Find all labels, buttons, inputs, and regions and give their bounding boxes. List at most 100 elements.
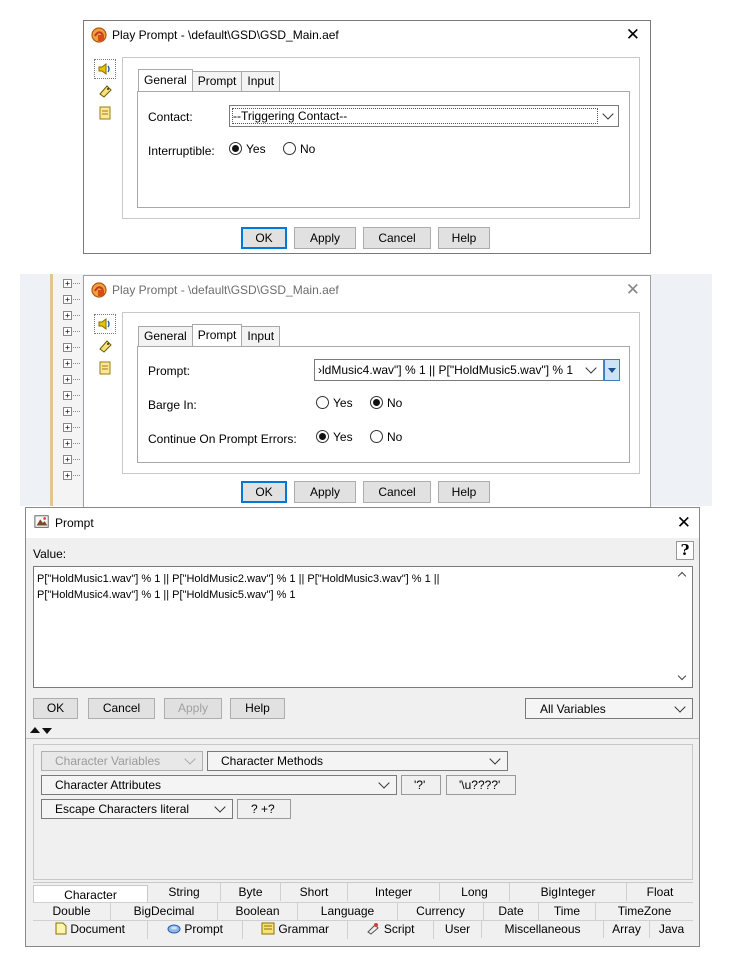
type-tab-script[interactable]: Script: [348, 920, 434, 939]
character-methods-select[interactable]: Character Methods: [207, 751, 508, 771]
type-tab-time[interactable]: Time: [539, 902, 596, 920]
type-tab-long[interactable]: Long: [440, 883, 510, 901]
title-bar[interactable]: Prompt ✕: [26, 508, 699, 538]
ok-button[interactable]: OK: [241, 227, 287, 249]
barge-in-yes-radio[interactable]: Yes: [316, 396, 353, 410]
cancel-button[interactable]: Cancel: [363, 481, 431, 503]
escape-characters-select[interactable]: Escape Characters literal: [41, 799, 233, 819]
notepad-icon[interactable]: [94, 358, 116, 378]
unicode-escape-button[interactable]: '\u????': [446, 775, 516, 795]
collapse-toggle-icon[interactable]: [30, 727, 56, 735]
close-icon[interactable]: ✕: [626, 25, 640, 45]
character-variables-select[interactable]: Character Variables: [41, 751, 203, 771]
type-tab-boolean[interactable]: Boolean: [218, 902, 298, 920]
type-tab-miscellaneous[interactable]: Miscellaneous: [482, 920, 604, 938]
value-textarea[interactable]: P["HoldMusic1.wav"] % 1 || P["HoldMusic2…: [33, 566, 693, 688]
question-char-button[interactable]: '?': [401, 775, 441, 795]
tab-general[interactable]: General: [138, 326, 193, 346]
interruptible-no-radio[interactable]: No: [283, 142, 315, 156]
type-tab-short[interactable]: Short: [281, 883, 348, 901]
tab-input[interactable]: Input: [241, 71, 281, 91]
type-tab-timezone[interactable]: TimeZone: [596, 902, 693, 920]
help-button[interactable]: Help: [230, 698, 285, 719]
speaker-icon[interactable]: [94, 59, 116, 79]
notepad-icon[interactable]: [94, 103, 116, 123]
chevron-down-icon[interactable]: [674, 701, 686, 713]
radio-on-icon[interactable]: [370, 396, 383, 409]
type-tab-grammar[interactable]: Grammar: [243, 920, 348, 939]
variables-select[interactable]: All Variables: [525, 698, 693, 719]
apply-button[interactable]: Apply: [294, 227, 356, 249]
cancel-button[interactable]: Cancel: [88, 698, 155, 719]
tree-expander[interactable]: +: [63, 327, 80, 336]
contact-select[interactable]: --Triggering Contact--: [229, 105, 619, 127]
chevron-down-icon[interactable]: [378, 777, 390, 789]
type-tab-string[interactable]: String: [148, 883, 221, 901]
type-tab-user[interactable]: User: [434, 920, 482, 938]
type-tab-prompt[interactable]: Prompt: [148, 920, 243, 939]
vertical-scrollbar[interactable]: [675, 567, 692, 687]
ok-button[interactable]: OK: [241, 481, 287, 503]
help-button[interactable]: Help: [438, 227, 490, 249]
radio-on-icon[interactable]: [229, 142, 242, 155]
prompt-select[interactable]: ›ldMusic4.wav"] % 1 || P["HoldMusic5.wav…: [314, 359, 604, 381]
type-tab-biginteger[interactable]: BigInteger: [510, 883, 627, 901]
close-icon[interactable]: ✕: [626, 280, 640, 300]
type-tab-float[interactable]: Float: [627, 883, 693, 901]
tag-icon[interactable]: [94, 336, 116, 356]
scroll-up-icon[interactable]: [677, 571, 687, 581]
tree-expander[interactable]: +: [63, 359, 80, 368]
radio-off-icon[interactable]: [370, 430, 383, 443]
title-bar[interactable]: Play Prompt - \default\GSD\GSD_Main.aef …: [84, 276, 650, 304]
tree-expander[interactable]: +: [63, 471, 80, 480]
scroll-down-icon[interactable]: [677, 671, 687, 681]
chevron-down-icon[interactable]: [585, 362, 597, 374]
prompt-expression-button[interactable]: [604, 359, 620, 381]
tree-expander[interactable]: +: [63, 311, 80, 320]
tree-expander[interactable]: +: [63, 343, 80, 352]
radio-on-icon[interactable]: [316, 430, 329, 443]
chevron-down-icon[interactable]: [184, 753, 196, 765]
close-icon[interactable]: ✕: [677, 513, 691, 533]
interruptible-yes-radio[interactable]: Yes: [229, 142, 266, 156]
tab-input[interactable]: Input: [241, 326, 281, 346]
help-button[interactable]: Help: [438, 481, 490, 503]
type-tab-date[interactable]: Date: [484, 902, 539, 920]
tag-icon[interactable]: [94, 81, 116, 101]
type-tab-document[interactable]: Document: [33, 920, 148, 939]
continue-errors-yes-radio[interactable]: Yes: [316, 430, 353, 444]
cancel-button[interactable]: Cancel: [363, 227, 431, 249]
type-tab-double[interactable]: Double: [33, 902, 111, 920]
tree-expander[interactable]: +: [63, 423, 80, 432]
tab-prompt[interactable]: Prompt: [191, 71, 243, 91]
type-tab-integer[interactable]: Integer: [348, 883, 440, 901]
speaker-icon[interactable]: [94, 314, 116, 334]
type-tab-currency[interactable]: Currency: [398, 902, 484, 920]
apply-button[interactable]: Apply: [294, 481, 356, 503]
tree-expander[interactable]: +: [63, 439, 80, 448]
radio-off-icon[interactable]: [316, 396, 329, 409]
type-tab-language[interactable]: Language: [298, 902, 398, 920]
tree-expander[interactable]: +: [63, 407, 80, 416]
tree-expander[interactable]: +: [63, 391, 80, 400]
type-tab-java[interactable]: Java: [650, 920, 693, 938]
continue-errors-no-radio[interactable]: No: [370, 430, 402, 444]
chevron-down-icon[interactable]: [489, 753, 501, 765]
character-attributes-select[interactable]: Character Attributes: [41, 775, 397, 795]
radio-off-icon[interactable]: [283, 142, 296, 155]
tree-expander[interactable]: +: [63, 375, 80, 384]
tab-general[interactable]: General: [138, 69, 193, 91]
apply-button[interactable]: Apply: [164, 698, 222, 719]
ternary-button[interactable]: ? +?: [237, 799, 291, 819]
ok-button[interactable]: OK: [33, 698, 78, 719]
type-tab-character[interactable]: Character: [33, 885, 148, 903]
barge-in-no-radio[interactable]: No: [370, 396, 402, 410]
tree-expander[interactable]: +: [63, 279, 80, 288]
tree-expander[interactable]: +: [63, 295, 80, 304]
type-tab-byte[interactable]: Byte: [221, 883, 281, 901]
type-tab-array[interactable]: Array: [604, 920, 650, 938]
tree-expander[interactable]: +: [63, 455, 80, 464]
chevron-down-icon[interactable]: [602, 108, 614, 120]
type-tab-bigdecimal[interactable]: BigDecimal: [111, 902, 218, 920]
tab-prompt[interactable]: Prompt: [191, 324, 243, 346]
